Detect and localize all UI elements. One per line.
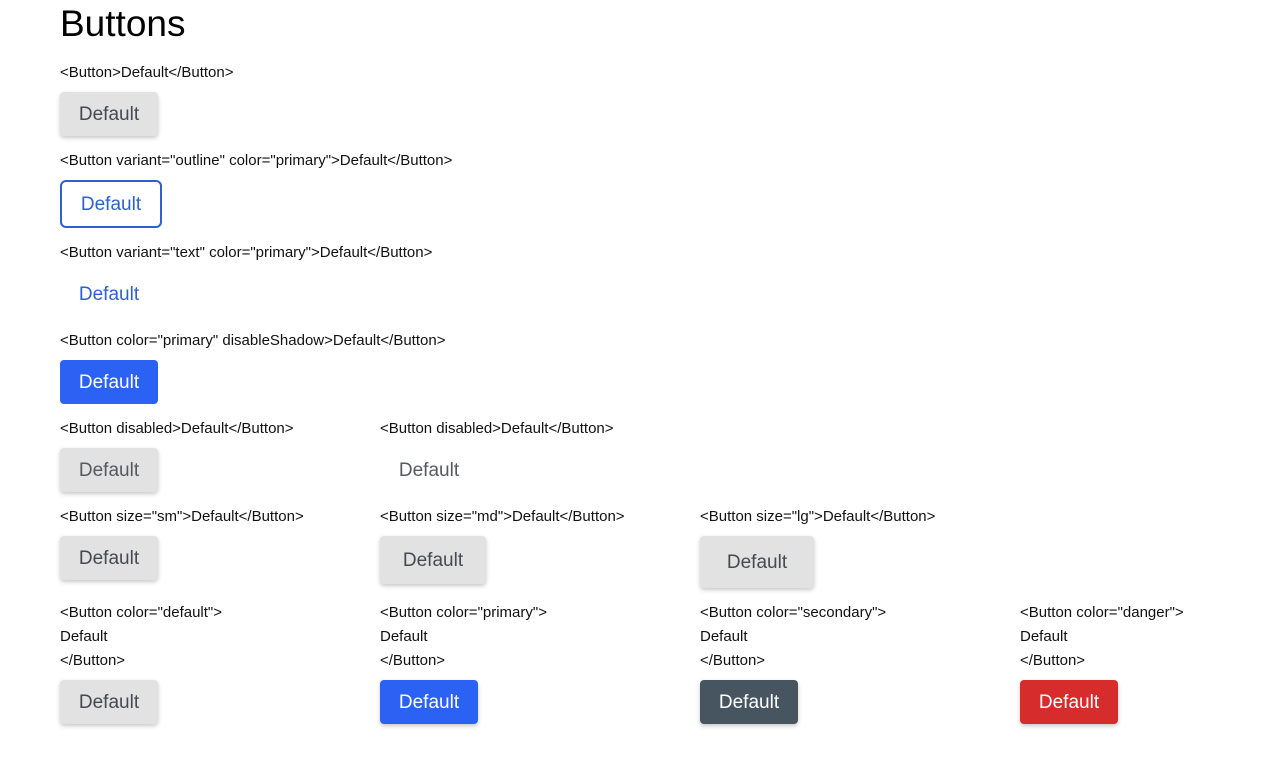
code-text: <Button variant="text" color="primary">D… (60, 244, 433, 261)
page-title: Buttons (60, 3, 186, 44)
code-outline: <Button variant="outline" color="primary… (60, 152, 453, 169)
code-disabled-text: <Button disabled>Default</Button> (380, 420, 614, 437)
code-line: </Button> (1020, 652, 1086, 669)
color-default-button[interactable]: Default (60, 680, 158, 724)
code-line: <Button color="default"> (60, 604, 223, 621)
default-button[interactable]: Default (60, 92, 158, 136)
code-color-danger: <Button color="danger"> Default </Button… (1020, 601, 1184, 673)
code-line: <Button color="secondary"> (700, 604, 887, 621)
code-line: </Button> (60, 652, 126, 669)
disabled-text-button: Default (380, 448, 478, 492)
disabled-button: Default (60, 448, 158, 492)
code-disabled-filled: <Button disabled>Default</Button> (60, 420, 294, 437)
code-color-primary: <Button color="primary"> Default </Butto… (380, 601, 547, 673)
code-size-md: <Button size="md">Default</Button> (380, 508, 625, 525)
text-primary-button[interactable]: Default (60, 272, 158, 316)
color-primary-button[interactable]: Default (380, 680, 478, 724)
code-size-lg: <Button size="lg">Default</Button> (700, 508, 936, 525)
color-secondary-button[interactable]: Default (700, 680, 798, 724)
code-basic: <Button>Default</Button> (60, 64, 234, 81)
outline-primary-button[interactable]: Default (60, 180, 162, 228)
size-lg-button[interactable]: Default (700, 536, 814, 588)
code-line: Default (60, 628, 108, 645)
code-color-secondary: <Button color="secondary"> Default </But… (700, 601, 886, 673)
code-size-sm: <Button size="sm">Default</Button> (60, 508, 304, 525)
code-line: Default (700, 628, 748, 645)
code-color-default: <Button color="default"> Default </Butto… (60, 601, 222, 673)
code-line: </Button> (700, 652, 766, 669)
code-disable-shadow: <Button color="primary" disableShadow>De… (60, 332, 446, 349)
size-md-button[interactable]: Default (380, 536, 486, 584)
code-line: Default (380, 628, 428, 645)
buttons-page: Buttons <Button>Default</Button> Default… (0, 0, 1278, 761)
size-sm-button[interactable]: Default (60, 536, 158, 580)
primary-no-shadow-button[interactable]: Default (60, 360, 158, 404)
code-line: <Button color="danger"> (1020, 604, 1184, 621)
color-danger-button[interactable]: Default (1020, 680, 1118, 724)
code-line: </Button> (380, 652, 446, 669)
code-line: Default (1020, 628, 1068, 645)
code-line: <Button color="primary"> (380, 604, 547, 621)
